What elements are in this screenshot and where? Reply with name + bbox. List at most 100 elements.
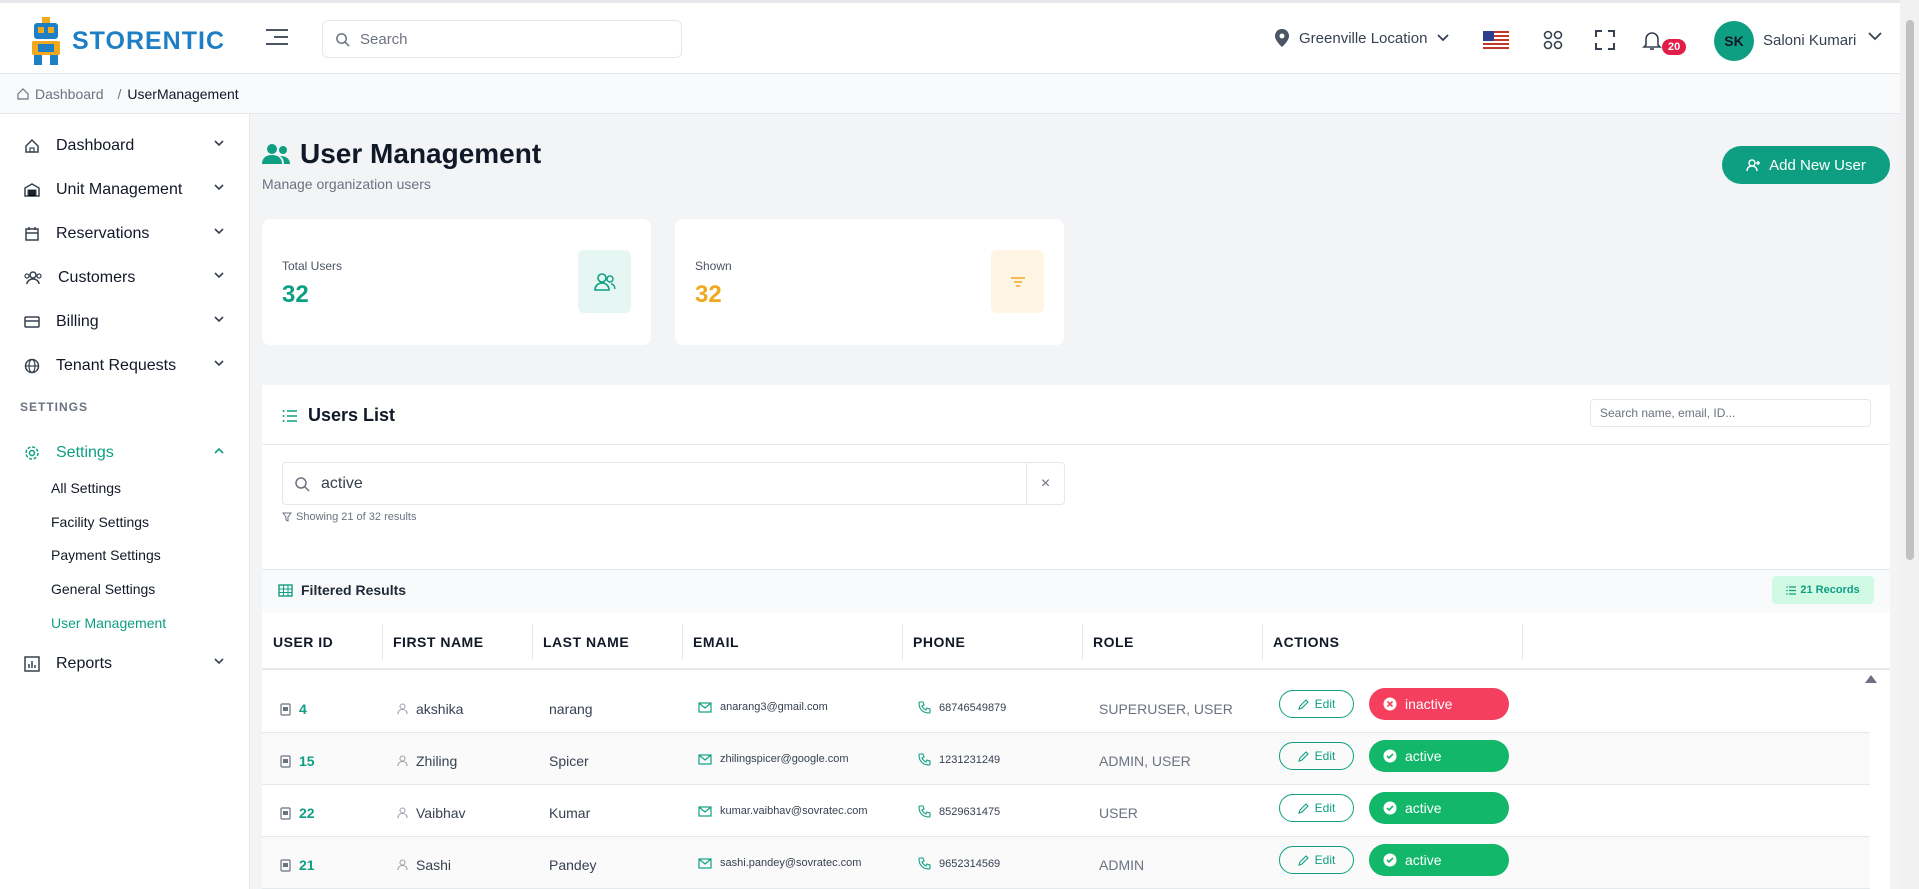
chevron-down-icon bbox=[214, 658, 224, 665]
status-toggle-button[interactable]: active bbox=[1369, 792, 1509, 824]
first-name: Zhiling bbox=[416, 753, 458, 769]
edit-button[interactable]: Edit bbox=[1279, 846, 1354, 874]
sidebar-sub-payment-settings[interactable]: Payment Settings bbox=[51, 547, 161, 563]
sidebar-item-unit-management[interactable]: Unit Management bbox=[24, 178, 224, 202]
phone-icon bbox=[918, 805, 931, 818]
page-scrollbar[interactable] bbox=[1900, 0, 1919, 889]
scroll-thumb[interactable] bbox=[1906, 20, 1914, 560]
column-header-first-name[interactable]: FIRST NAME bbox=[393, 634, 484, 650]
cell-last-name: narang bbox=[549, 701, 593, 717]
brand-logo[interactable]: STORENTIC bbox=[28, 17, 225, 65]
top-bar: STORENTIC Search Greenville Location 20 … bbox=[0, 0, 1900, 74]
status-toggle-button[interactable]: inactive bbox=[1369, 688, 1509, 720]
global-search-input[interactable]: Search bbox=[322, 20, 682, 58]
sidebar-sub-all-settings[interactable]: All Settings bbox=[51, 480, 121, 496]
sidebar-section-label: SETTINGS bbox=[20, 400, 89, 414]
user-name[interactable]: Saloni Kumari bbox=[1763, 32, 1856, 49]
fullscreen-icon[interactable] bbox=[1593, 28, 1617, 52]
sidebar-item-reports[interactable]: Reports bbox=[24, 652, 224, 676]
id-card-icon bbox=[280, 806, 291, 820]
sidebar-item-tenant-requests[interactable]: Tenant Requests bbox=[24, 354, 224, 378]
email: anarang3@gmail.com bbox=[720, 701, 828, 713]
sidebar-sub-general-settings[interactable]: General Settings bbox=[51, 581, 155, 597]
chevron-down-icon bbox=[214, 184, 224, 191]
sidebar-item-customers[interactable]: Customers bbox=[24, 266, 224, 290]
breadcrumb-home[interactable]: Dashboard bbox=[35, 86, 104, 102]
us-flag-icon[interactable] bbox=[1483, 31, 1509, 49]
main-content: User Management Manage organization user… bbox=[250, 114, 1900, 889]
sidebar-item-billing[interactable]: Billing bbox=[24, 310, 224, 334]
status-toggle-button[interactable]: active bbox=[1369, 740, 1509, 772]
edit-button[interactable]: Edit bbox=[1279, 794, 1354, 822]
sidebar-item-dashboard[interactable]: Dashboard bbox=[24, 134, 224, 158]
role: SUPERUSER, USER bbox=[1099, 701, 1233, 717]
users-list-title-text: Users List bbox=[308, 405, 396, 425]
sidebar-sub-facility-settings[interactable]: Facility Settings bbox=[51, 514, 149, 530]
phone: 8529631475 bbox=[939, 805, 1001, 818]
phone-icon bbox=[918, 753, 931, 766]
pencil-icon bbox=[1297, 854, 1309, 866]
cell-last-name: Pandey bbox=[549, 857, 596, 873]
cell-first-name: akshika bbox=[397, 701, 463, 717]
page-subtitle: Manage organization users bbox=[262, 176, 431, 192]
user-id[interactable]: 15 bbox=[299, 753, 315, 769]
bar-chart-icon bbox=[24, 656, 40, 672]
menu-toggle-icon[interactable] bbox=[266, 29, 288, 47]
chevron-down-icon bbox=[214, 272, 224, 279]
column-header-role[interactable]: ROLE bbox=[1093, 634, 1134, 650]
role: USER bbox=[1099, 805, 1138, 821]
role: ADMIN, USER bbox=[1099, 753, 1191, 769]
breadcrumb-separator: / bbox=[117, 85, 122, 102]
users-search-input[interactable]: Search name, email, ID... bbox=[1590, 399, 1871, 427]
user-id[interactable]: 4 bbox=[299, 701, 307, 717]
sidebar-item-settings[interactable]: Settings bbox=[24, 441, 224, 465]
column-header-phone[interactable]: PHONE bbox=[913, 634, 965, 650]
sidebar-item-reservations[interactable]: Reservations bbox=[24, 222, 224, 246]
apps-grid-icon[interactable] bbox=[1541, 28, 1565, 52]
sidebar-item-label: Tenant Requests bbox=[56, 357, 177, 374]
first-name: Vaibhav bbox=[416, 805, 466, 821]
edit-label: Edit bbox=[1314, 749, 1336, 763]
table-scroll-up-icon[interactable] bbox=[1865, 675, 1877, 683]
filter-input[interactable]: active × bbox=[282, 462, 1065, 505]
edit-label: Edit bbox=[1314, 801, 1336, 815]
chevron-up-icon bbox=[214, 447, 224, 454]
edit-button[interactable]: Edit bbox=[1279, 690, 1354, 718]
user-icon bbox=[397, 703, 408, 715]
sidebar-sub-user-management[interactable]: User Management bbox=[51, 615, 166, 631]
column-header-email[interactable]: EMAIL bbox=[693, 634, 739, 650]
home-icon bbox=[25, 138, 39, 153]
location-selector[interactable]: Greenville Location bbox=[1275, 29, 1450, 47]
phone: 68746549879 bbox=[939, 701, 1007, 714]
filtered-results-title: Filtered Results bbox=[278, 582, 406, 598]
avatar[interactable]: SK bbox=[1714, 21, 1754, 61]
status-label: active bbox=[1405, 852, 1442, 868]
sidebar-item-label: Settings bbox=[56, 444, 114, 461]
gear-icon bbox=[25, 446, 39, 460]
column-header-user-id[interactable]: USER ID bbox=[273, 634, 333, 650]
last-name: Kumar bbox=[549, 805, 591, 821]
brand-name: STORENTIC bbox=[72, 26, 225, 55]
mail-icon bbox=[698, 753, 712, 765]
sidebar-item-label: Reservations bbox=[56, 225, 150, 242]
cell-role: USER bbox=[1099, 805, 1138, 821]
edit-button[interactable]: Edit bbox=[1279, 742, 1354, 770]
table-row: 21 Sashi Pandey sashi.pandey@sovratec.com 96… bbox=[262, 837, 1870, 889]
add-new-user-button[interactable]: Add New User bbox=[1722, 146, 1890, 184]
sidebar-item-label: Customers bbox=[58, 269, 136, 286]
bell-icon[interactable] bbox=[1640, 28, 1664, 52]
chevron-down-icon[interactable] bbox=[1868, 31, 1882, 41]
user-id[interactable]: 21 bbox=[299, 857, 315, 873]
status-toggle-button[interactable]: active bbox=[1369, 844, 1509, 876]
calendar-icon bbox=[25, 227, 39, 241]
edit-label: Edit bbox=[1314, 853, 1336, 867]
column-header-last-name[interactable]: LAST NAME bbox=[543, 634, 629, 650]
stat-card-shown: Shown 32 bbox=[675, 219, 1064, 345]
chevron-down-icon bbox=[214, 360, 224, 367]
clear-filter-button[interactable]: × bbox=[1026, 463, 1064, 504]
users-list-panel: Users List Search name, email, ID... act… bbox=[262, 385, 1890, 889]
id-card-icon bbox=[280, 754, 291, 768]
logo-robot-icon bbox=[32, 17, 60, 65]
cell-email: sashi.pandey@sovratec.com bbox=[698, 857, 861, 869]
user-id[interactable]: 22 bbox=[299, 805, 315, 821]
